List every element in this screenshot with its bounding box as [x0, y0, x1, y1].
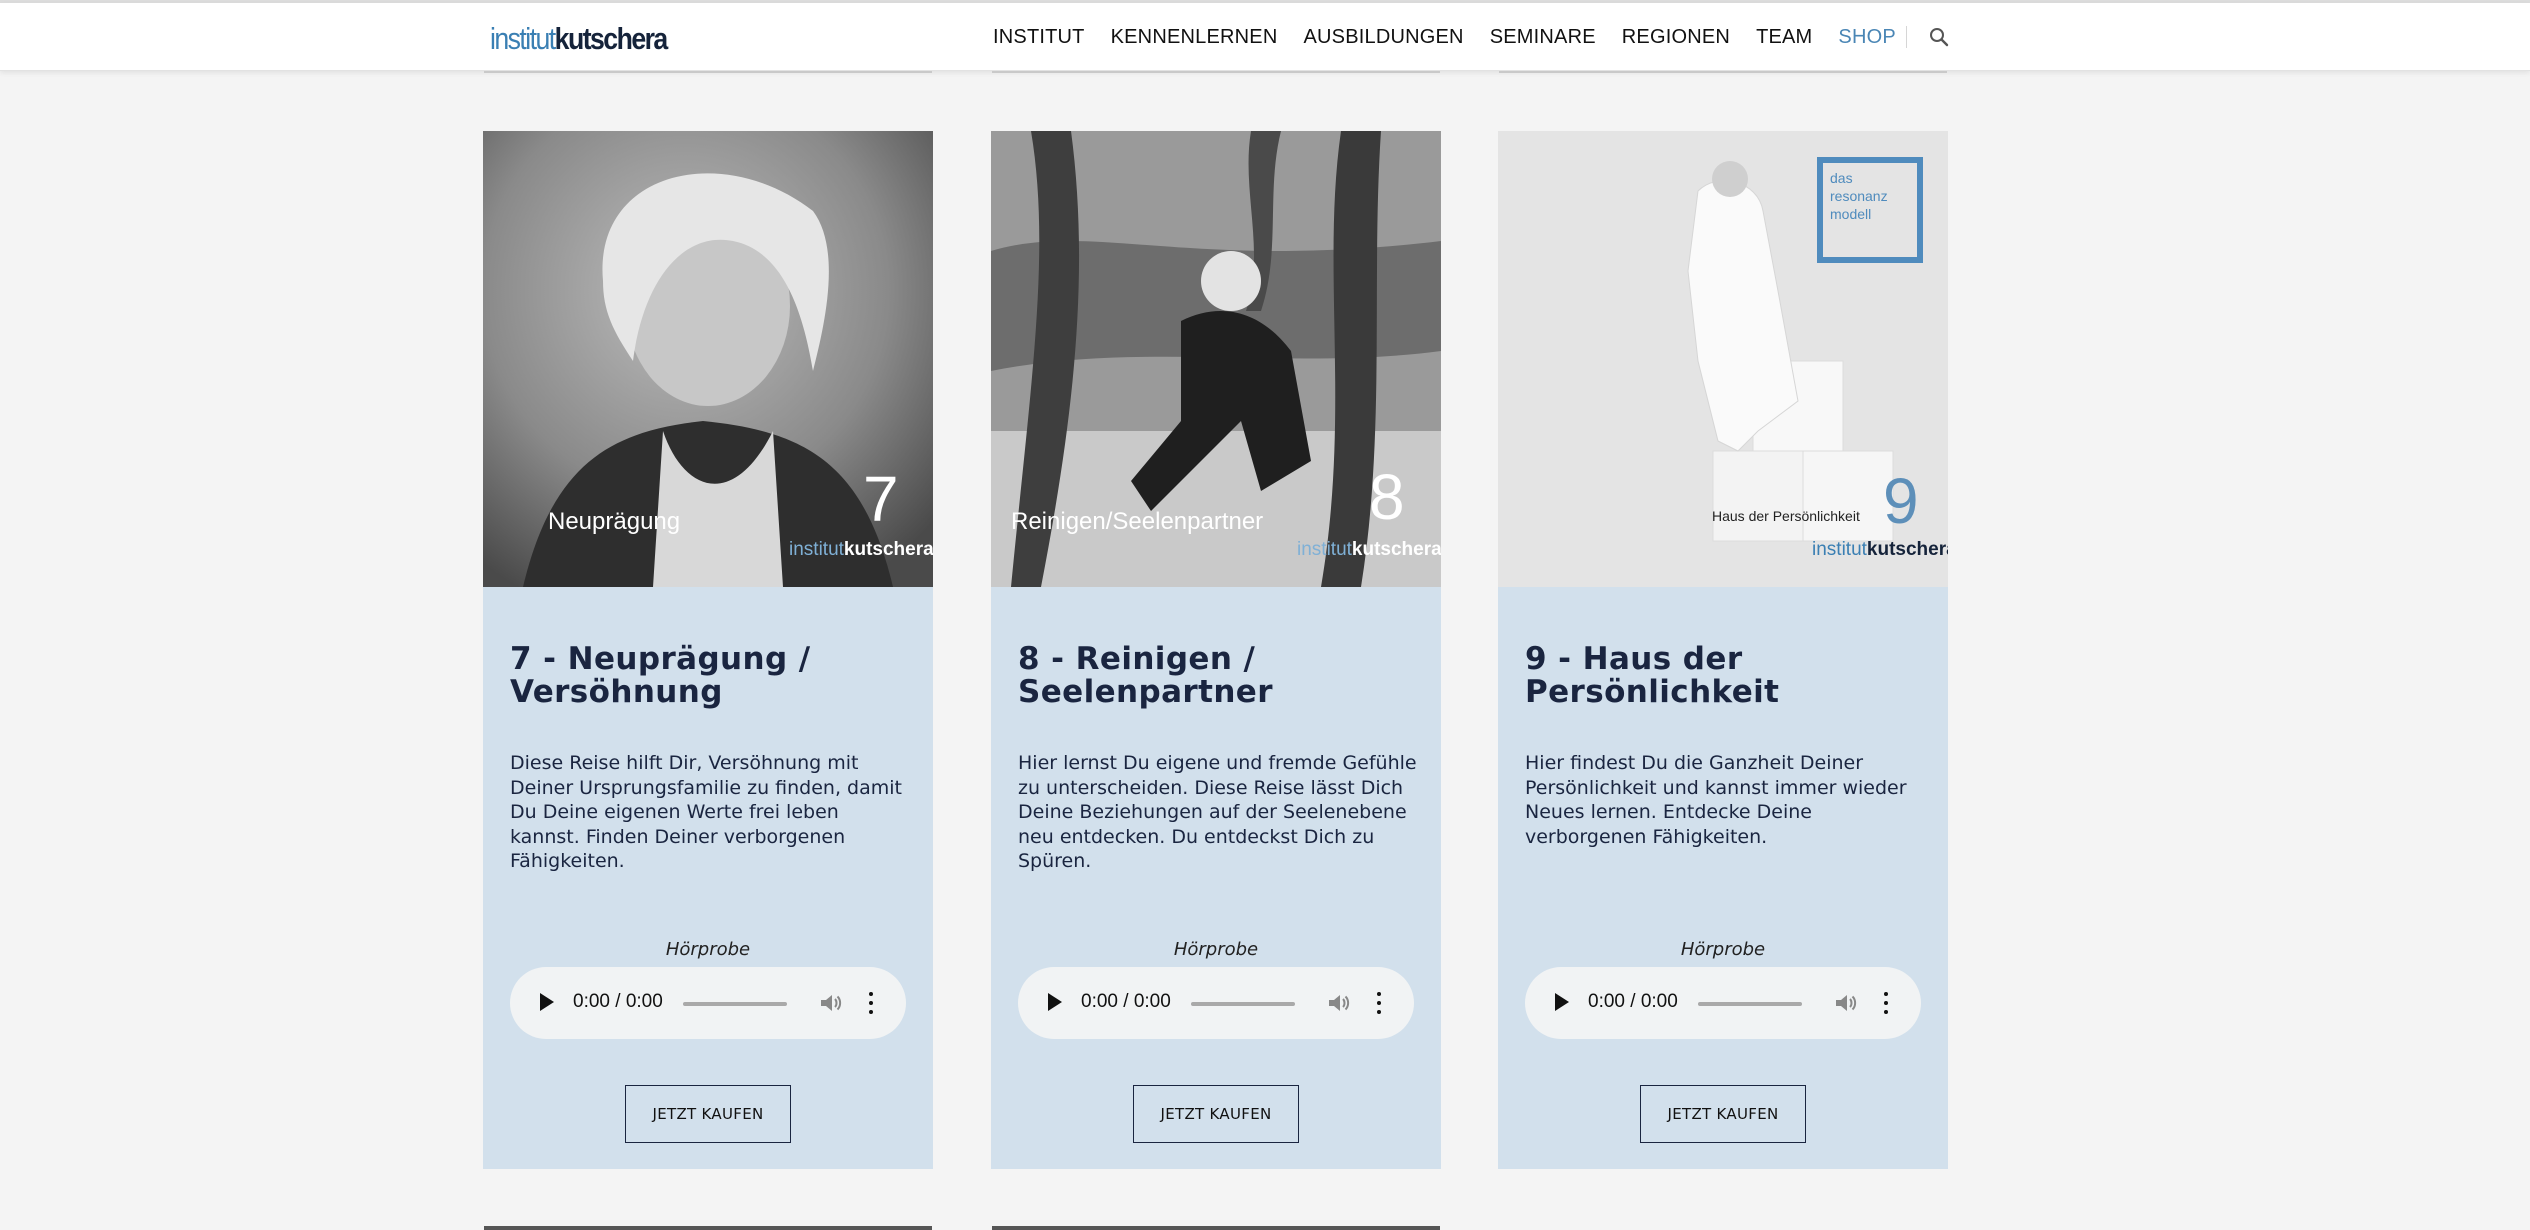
prev-row-divider [1499, 71, 1947, 73]
audio-progress-bar[interactable] [1698, 1002, 1802, 1006]
product-card-7: Neuprägung 7 institutkutschera 7 - Neupr… [483, 131, 933, 1169]
cover-number: 9 [1883, 465, 1919, 537]
product-title: 7 - Neuprägung / Versöhnung [510, 641, 811, 710]
cover-caption: Neuprägung [548, 508, 680, 535]
cover-number: 8 [1369, 461, 1405, 533]
audio-sample-label: Hörprobe [1680, 939, 1766, 960]
audio-player: 0:00 / 0:00 [510, 967, 906, 1039]
audio-player: 0:00 / 0:00 [1525, 967, 1921, 1039]
more-options-icon[interactable] [868, 992, 874, 1014]
cover-logo: institutkutschera [1297, 539, 1441, 560]
site-logo[interactable]: institutkutschera [490, 19, 669, 59]
audio-sample-label: Hörprobe [665, 939, 751, 960]
next-row-card-top [992, 1226, 1440, 1230]
product-card-8: Reinigen/Seelenpartner 8 institutkutsche… [991, 131, 1441, 1169]
product-title: 9 - Haus der Persönlichkeit [1525, 641, 1780, 710]
nav-item-institut[interactable]: INSTITUT [993, 26, 1085, 49]
buy-now-button[interactable]: JETZT KAUFEN [1640, 1085, 1806, 1143]
nav-separator [1905, 26, 1907, 48]
more-options-icon[interactable] [1376, 992, 1382, 1014]
audio-time: 0:00 / 0:00 [1588, 991, 1678, 1012]
product-description: Hier findest Du die Ganzheit Deiner Pers… [1525, 752, 1907, 848]
audio-sample-label: Hörprobe [1173, 939, 1259, 960]
nav-item-shop[interactable]: SHOP [1838, 26, 1895, 49]
nav-item-kennenlernen[interactable]: KENNENLERNEN [1111, 26, 1278, 49]
cover-number: 7 [863, 463, 899, 535]
nav-item-team[interactable]: TEAM [1756, 26, 1812, 49]
audio-progress-bar[interactable] [683, 1002, 787, 1006]
cover-image-haus-der-persoenlichkeit: das resonanz modell Haus der Persönlichkei… [1498, 131, 1948, 587]
logo-part-institut: institut [490, 21, 556, 56]
product-card-9: das resonanz modell Haus der Persönlichkei… [1498, 131, 1948, 1169]
product-title: 8 - Reinigen / Seelenpartner [1018, 641, 1273, 710]
logo-part-kutschera: kutschera [554, 21, 669, 56]
buy-now-button[interactable]: JETZT KAUFEN [1133, 1085, 1299, 1143]
prev-row-divider [484, 71, 932, 73]
cover-image-reinigen: Reinigen/Seelenpartner 8 institutkutsche… [991, 131, 1441, 587]
main-nav: INSTITUT KENNENLERNEN AUSBILDUNGEN SEMIN… [993, 3, 1951, 71]
volume-icon[interactable] [1327, 992, 1351, 1014]
audio-time: 0:00 / 0:00 [573, 991, 663, 1012]
audio-time: 0:00 / 0:00 [1081, 991, 1171, 1012]
product-description: Hier lernst Du eigene und fremde Gefühle… [1018, 752, 1417, 872]
play-icon[interactable] [1555, 993, 1569, 1011]
next-row-card-top [484, 1226, 932, 1230]
nav-item-ausbildungen[interactable]: AUSBILDUNGEN [1303, 26, 1463, 49]
volume-icon[interactable] [1834, 992, 1858, 1014]
search-icon[interactable] [1927, 25, 1951, 49]
buy-now-button[interactable]: JETZT KAUFEN [625, 1085, 791, 1143]
product-image[interactable]: das resonanz modell Haus der Persönlichkei… [1498, 131, 1948, 587]
cover-logo: institutkutschera [1812, 539, 1948, 560]
nav-item-regionen[interactable]: REGIONEN [1622, 26, 1730, 49]
audio-player: 0:00 / 0:00 [1018, 967, 1414, 1039]
play-icon[interactable] [540, 993, 554, 1011]
product-image[interactable]: Neuprägung 7 institutkutschera [483, 131, 933, 587]
audio-progress-bar[interactable] [1191, 1002, 1295, 1006]
cover-caption: Haus der Persönlichkeit [1712, 508, 1860, 524]
volume-icon[interactable] [819, 992, 843, 1014]
nav-item-seminare[interactable]: SEMINARE [1490, 26, 1596, 49]
cover-logo: institutkutschera [789, 539, 933, 560]
product-image[interactable]: Reinigen/Seelenpartner 8 institutkutsche… [991, 131, 1441, 587]
prev-row-divider [992, 71, 1440, 73]
cover-image-neupraegung: Neuprägung 7 institutkutschera [483, 131, 933, 587]
more-options-icon[interactable] [1883, 992, 1889, 1014]
play-icon[interactable] [1048, 993, 1062, 1011]
site-header: institutkutschera INSTITUT KENNENLERNEN … [0, 3, 2530, 71]
product-description: Diese Reise hilft Dir, Versöhnung mit De… [510, 752, 902, 872]
cover-caption: Reinigen/Seelenpartner [1011, 508, 1263, 535]
